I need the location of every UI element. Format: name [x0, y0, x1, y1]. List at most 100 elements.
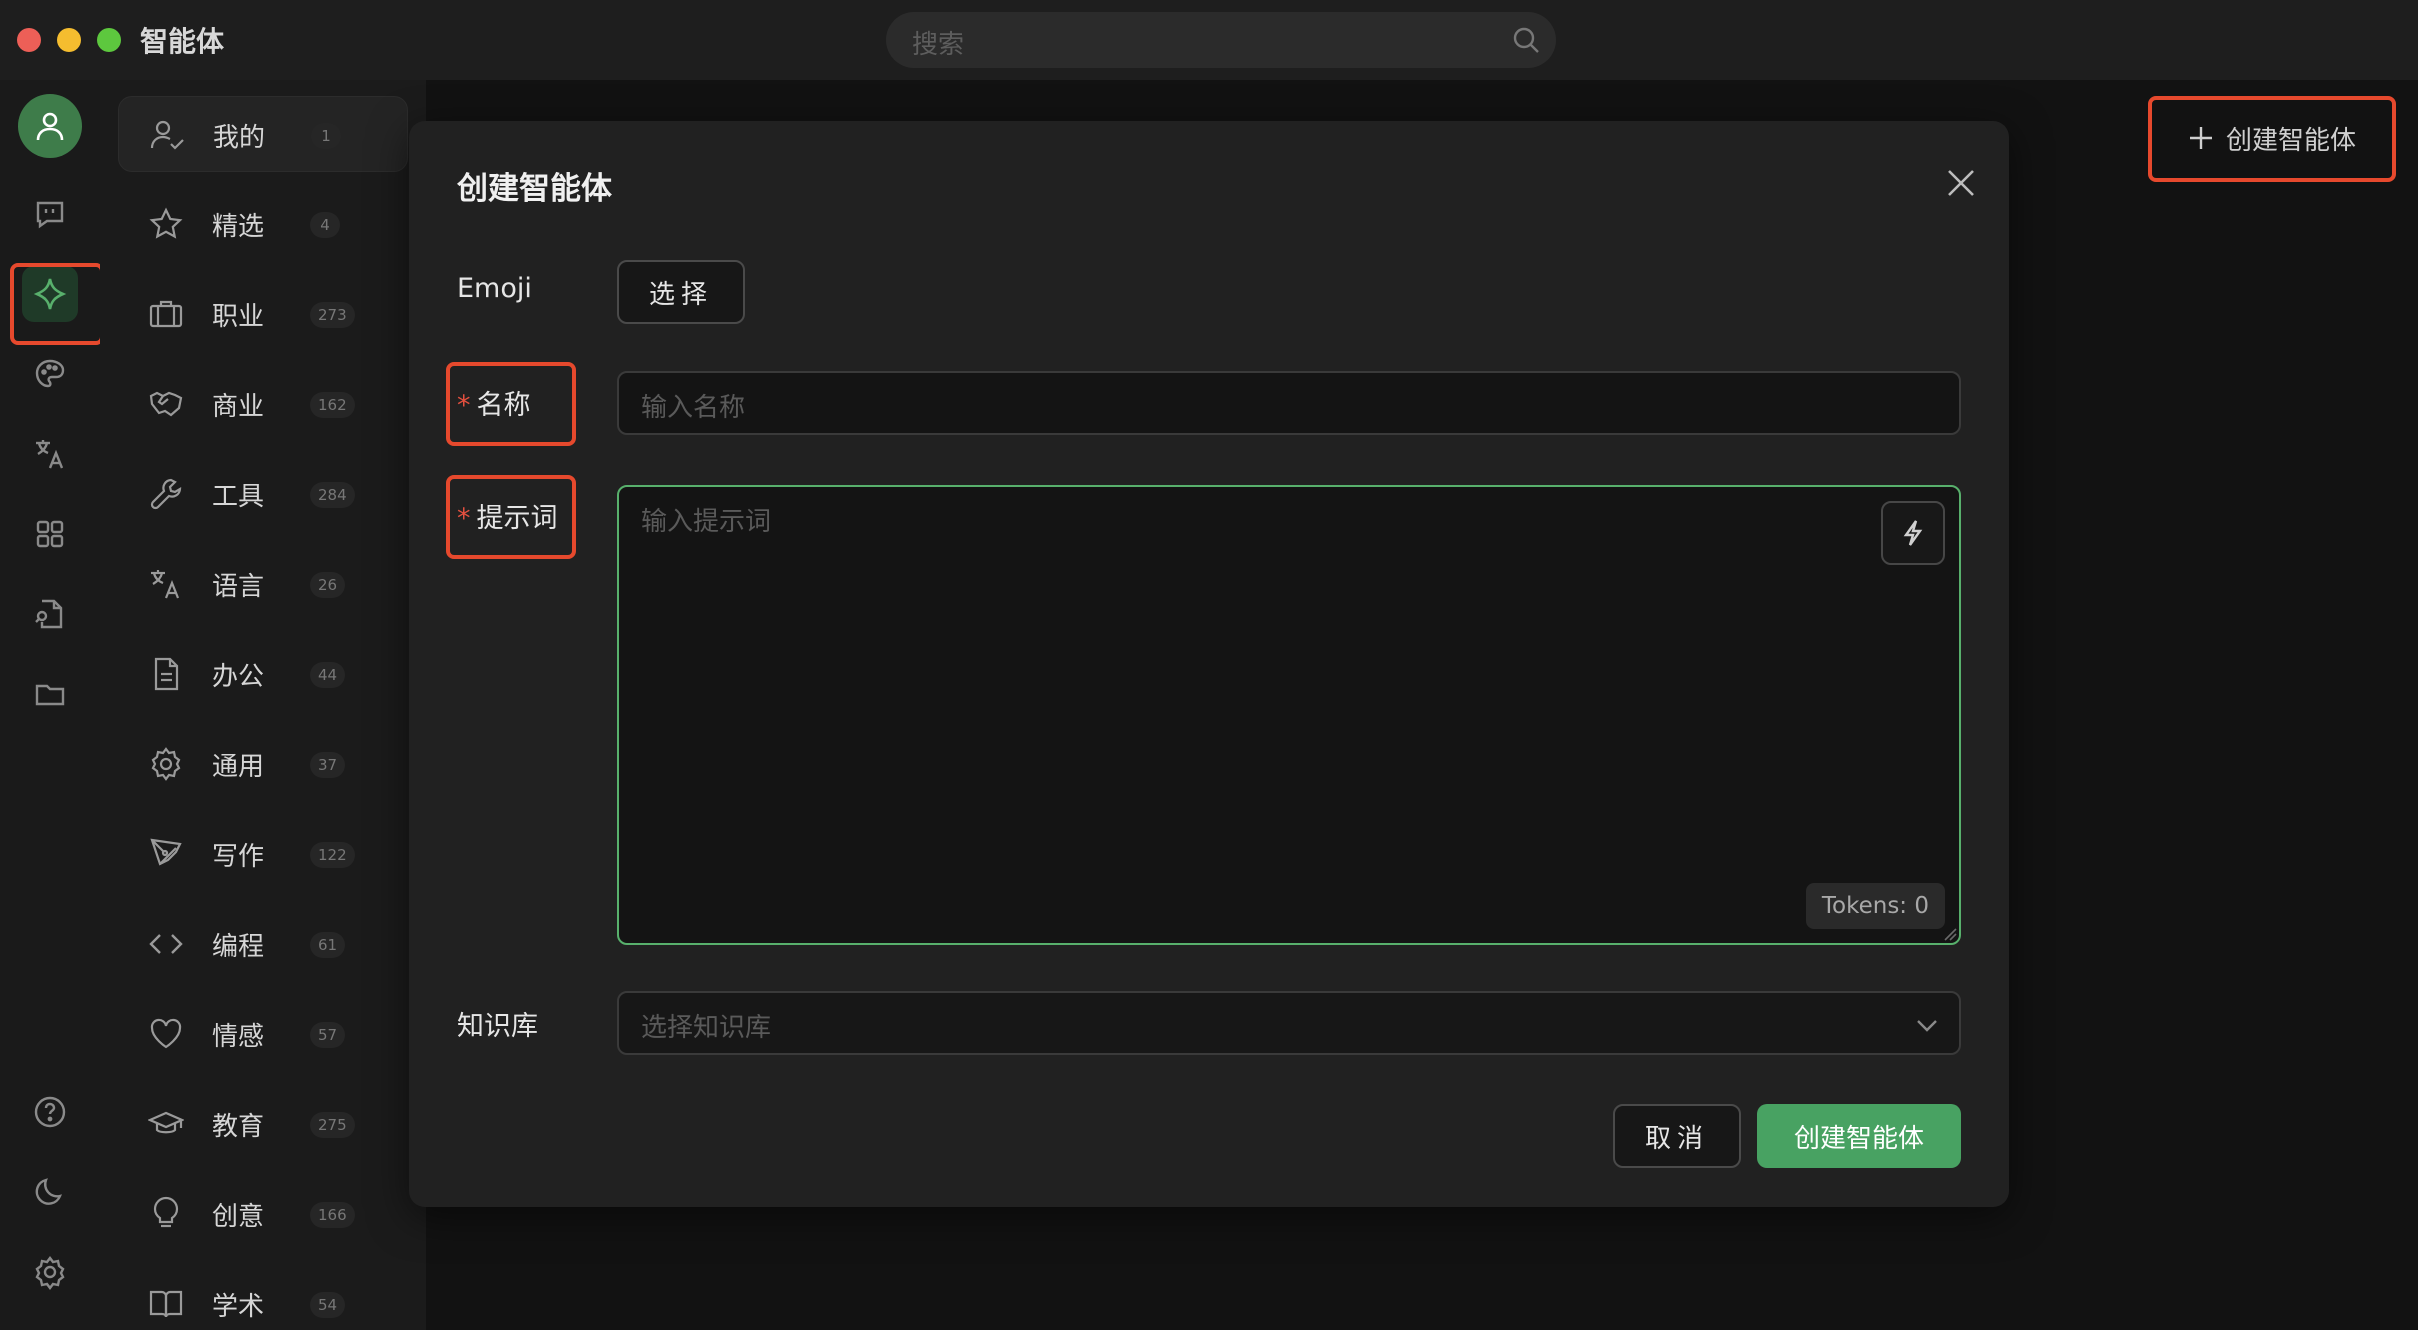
cancel-button[interactable]: 取消 — [1613, 1104, 1741, 1168]
chat-nav-button[interactable] — [22, 186, 78, 242]
knowledge-base-placeholder: 选择知识库 — [641, 1013, 772, 1043]
translate-icon — [36, 440, 64, 469]
palette-icon — [35, 359, 65, 388]
translate-nav-button[interactable] — [22, 426, 78, 482]
apps-nav-button[interactable] — [22, 506, 78, 562]
category-label: 学术 — [212, 1292, 265, 1322]
category-count: 122 — [310, 842, 355, 868]
user-icon — [36, 112, 64, 141]
minimize-window-button[interactable] — [57, 28, 81, 52]
name-input[interactable]: 输入名称 — [617, 371, 1961, 435]
category-count: 54 — [310, 1292, 346, 1318]
knowledge-base-label: 知识库 — [457, 1011, 538, 1042]
category-count: 284 — [310, 482, 355, 508]
pen-icon — [150, 838, 182, 866]
category-count: 166 — [310, 1202, 355, 1228]
code-icon — [149, 934, 183, 954]
theme-toggle-button[interactable] — [22, 1164, 78, 1220]
lightning-icon — [1903, 520, 1923, 546]
category-count: 162 — [310, 392, 355, 418]
dialog-close-button[interactable] — [1937, 159, 1985, 207]
handshake-icon — [149, 391, 183, 417]
token-counter: Tokens: 0 — [1805, 883, 1945, 929]
heart-icon — [150, 1018, 182, 1049]
category-count: 273 — [310, 302, 355, 328]
highlight-create-button — [2148, 96, 2396, 182]
avatar[interactable] — [18, 94, 82, 158]
book-icon — [149, 1290, 183, 1318]
highlight-prompt-label — [446, 475, 576, 559]
prompt-textarea[interactable]: 输入提示词 Tokens: 0 — [617, 485, 1961, 945]
category-item-career[interactable]: 职业 273 — [118, 276, 408, 352]
create-agent-submit-button[interactable]: 创建智能体 — [1757, 1104, 1961, 1168]
graduation-cap-icon — [148, 1111, 184, 1134]
translate-icon — [151, 570, 180, 599]
emoji-select-button[interactable]: 选择 — [617, 260, 745, 324]
category-count: 37 — [310, 752, 346, 778]
prompt-placeholder: 输入提示词 — [641, 507, 772, 537]
resize-handle-icon[interactable] — [1943, 927, 1957, 941]
chevron-down-icon — [1917, 1020, 1937, 1032]
settings-button[interactable] — [22, 1244, 78, 1300]
knowledge-base-select[interactable]: 选择知识库 — [617, 991, 1961, 1055]
category-item-creative[interactable]: 创意 166 — [118, 1176, 408, 1252]
close-window-button[interactable] — [17, 28, 41, 52]
category-item-business[interactable]: 商业 162 — [118, 366, 408, 442]
category-label: 情感 — [212, 1022, 265, 1052]
search-icon — [1513, 27, 1539, 53]
category-label: 通用 — [212, 752, 265, 782]
paint-nav-button[interactable] — [22, 346, 78, 402]
category-count: 57 — [310, 1022, 346, 1048]
help-icon — [34, 1096, 66, 1128]
category-item-tools[interactable]: 工具 284 — [118, 456, 408, 532]
close-icon — [1948, 170, 1974, 196]
maximize-window-button[interactable] — [97, 28, 121, 52]
emoji-select-label: 选择 — [648, 279, 713, 310]
category-item-education[interactable]: 教育 275 — [118, 1086, 408, 1162]
help-button[interactable] — [22, 1084, 78, 1140]
lightbulb-icon — [153, 1196, 179, 1228]
category-label: 商业 — [212, 392, 265, 422]
highlight-agents-nav — [10, 263, 104, 345]
category-label: 工具 — [212, 482, 265, 512]
category-label: 语言 — [212, 572, 265, 602]
grid-icon — [36, 520, 64, 548]
submit-label: 创建智能体 — [1793, 1123, 1924, 1154]
category-label: 我的 — [213, 123, 266, 153]
wrench-icon — [150, 478, 182, 510]
folder-nav-button[interactable] — [22, 666, 78, 722]
window-title: 智能体 — [140, 25, 225, 58]
moon-icon — [35, 1178, 62, 1205]
category-label: 写作 — [212, 842, 265, 872]
category-label: 精选 — [212, 212, 265, 242]
category-item-coding[interactable]: 编程 61 — [118, 906, 408, 982]
category-item-academic[interactable]: 学术 54 — [118, 1266, 408, 1330]
category-label: 办公 — [212, 662, 265, 692]
category-item-general[interactable]: 通用 37 — [118, 726, 408, 802]
gear-icon — [35, 1256, 65, 1290]
category-label: 职业 — [212, 302, 265, 332]
dialog-title: 创建智能体 — [457, 171, 612, 207]
category-item-writing[interactable]: 写作 122 — [118, 816, 408, 892]
category-count: 44 — [310, 662, 346, 688]
category-item-emotion[interactable]: 情感 57 — [118, 996, 408, 1072]
gear-icon — [151, 747, 181, 781]
generate-prompt-button[interactable] — [1881, 501, 1945, 565]
briefcase-icon — [149, 300, 183, 328]
folder-icon — [35, 684, 65, 706]
files-search-nav-button[interactable] — [22, 586, 78, 642]
category-item-mine[interactable]: 我的 1 — [118, 96, 408, 172]
search-placeholder: 搜索 — [912, 30, 965, 60]
search-input[interactable]: 搜索 — [886, 12, 1556, 68]
category-item-office[interactable]: 办公 44 — [118, 636, 408, 712]
user-check-icon — [150, 120, 184, 150]
category-label: 教育 — [212, 1112, 265, 1142]
category-item-language[interactable]: 语言 26 — [118, 546, 408, 622]
app-window: 智能体 搜索 我的 1 精选 4 职业 273 商业 162 工具 284 语言… — [0, 0, 2418, 1330]
category-count: 275 — [310, 1112, 355, 1138]
category-item-featured[interactable]: 精选 4 — [118, 186, 408, 262]
create-agent-dialog: 创建智能体 Emoji 选择 * 名称 输入名称 * 提示词 输入提示词 Token… — [409, 121, 2009, 1207]
file-search-icon — [35, 599, 63, 629]
document-icon — [154, 657, 179, 691]
cancel-label: 取消 — [1644, 1123, 1709, 1154]
